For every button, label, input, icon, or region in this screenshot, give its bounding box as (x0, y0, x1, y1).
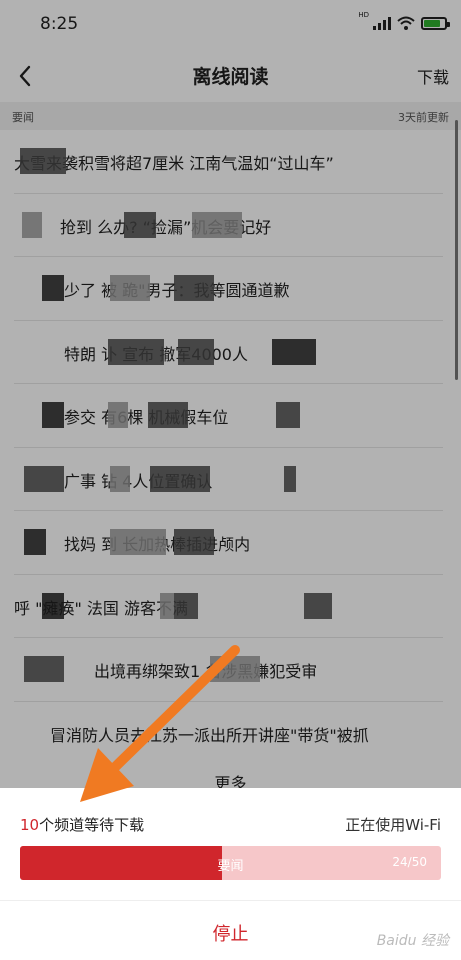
annotation-arrow-icon (80, 645, 240, 802)
watermark: Baidu 经验 (376, 933, 449, 949)
